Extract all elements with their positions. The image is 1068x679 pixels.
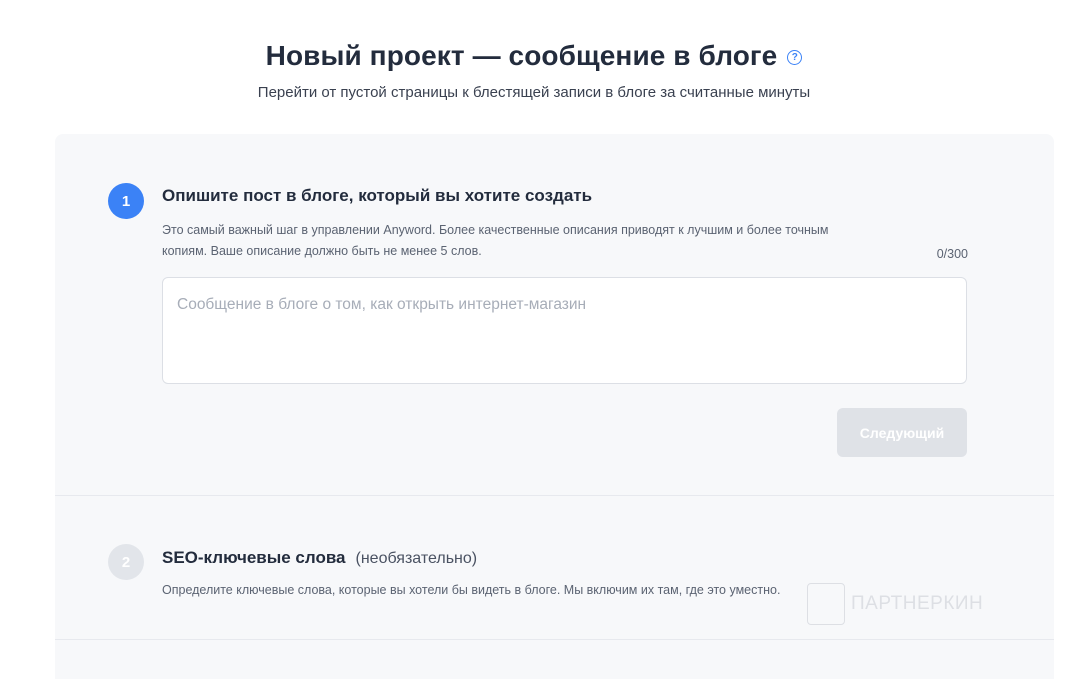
next-button[interactable]: Следующий (837, 408, 967, 457)
step-2-badge: 2 (108, 544, 144, 580)
step-1-title: Опишите пост в блоге, который вы хотите … (162, 186, 593, 205)
page-title: Новый проект — сообщение в блоге (265, 40, 778, 71)
step-2-title-text: SEO-ключевые слова (162, 548, 346, 567)
help-icon[interactable]: ? (787, 49, 803, 65)
step-1-description: Это самый важный шаг в управлении Anywor… (162, 220, 967, 262)
page-header: Новый проект — сообщение в блоге ? Перей… (0, 40, 1068, 101)
page-subtitle: Перейти от пустой страницы к блестящей з… (257, 84, 811, 101)
character-counter: 0/300 (936, 247, 968, 261)
wizard-card: 1 Опишите пост в блоге, который вы хотит… (55, 134, 1054, 679)
watermark-logo-icon (807, 583, 845, 625)
title-row: Новый проект — сообщение в блоге ? (0, 40, 1068, 72)
step-1-description-line-2: копиям. Ваше описание должно быть не мен… (162, 244, 482, 258)
watermark: ПАРТНЕРКИН (807, 583, 983, 625)
step-1-description-line-1: Это самый важный шаг в управлении Anywor… (162, 223, 829, 237)
page: Новый проект — сообщение в блоге ? Перей… (0, 0, 1068, 679)
watermark-text: ПАРТНЕРКИН (851, 593, 984, 614)
step-divider-2 (55, 639, 1054, 640)
step-1-badge: 1 (108, 183, 144, 219)
step-2-optional-label: (необязательно) (355, 550, 478, 567)
step-divider-1 (55, 495, 1054, 496)
step-2-title[interactable]: SEO-ключевые слова (необязательно) (162, 548, 477, 568)
post-description-input[interactable] (162, 277, 967, 384)
